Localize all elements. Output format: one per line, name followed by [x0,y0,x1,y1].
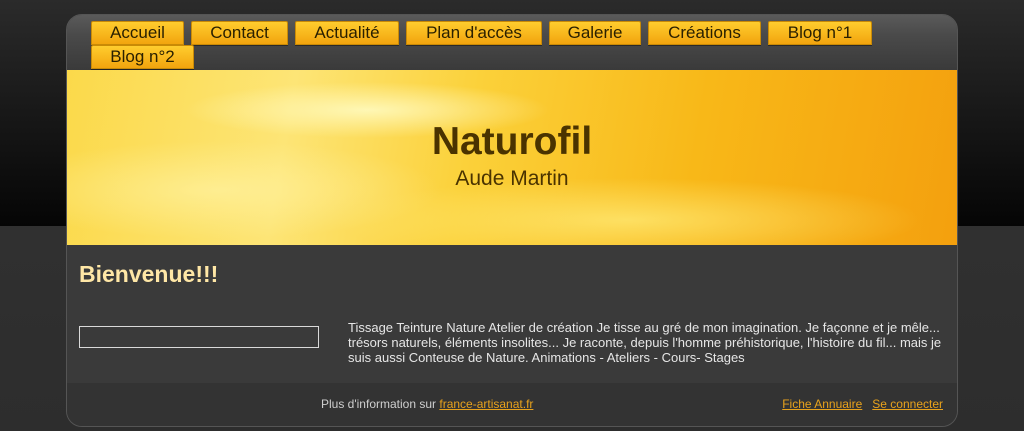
nav-item-creations[interactable]: Créations [648,21,761,45]
site-subtitle: Aude Martin [455,167,569,190]
nav-item-actualite[interactable]: Actualité [295,21,399,45]
nav-item-blog-2[interactable]: Blog n°2 [91,45,194,69]
france-artisanat-link[interactable]: france-artisanat.fr [439,397,533,411]
page-frame: Accueil Contact Actualité Plan d'accès G… [66,14,958,427]
site-title: Naturofil [431,120,593,163]
welcome-heading: Bienvenue!!! [79,261,219,287]
header-banner: Naturofil Aude Martin [67,70,957,245]
nav-item-blog-1[interactable]: Blog n°1 [768,21,872,45]
se-connecter-link[interactable]: Se connecter [872,397,943,411]
footer-info: Plus d'information sur france-artisanat.… [321,397,533,411]
nav-item-plan-acces[interactable]: Plan d'accès [406,21,542,45]
search-input[interactable] [79,326,319,348]
footer-info-prefix: Plus d'information sur [321,397,437,411]
nav-item-galerie[interactable]: Galerie [549,21,641,45]
nav-item-accueil[interactable]: Accueil [91,21,184,45]
nav-item-contact[interactable]: Contact [191,21,288,45]
main-content: Bienvenue!!! Tissage Teinture Nature Ate… [67,245,957,383]
top-bar: Accueil Contact Actualité Plan d'accès G… [67,15,957,70]
fiche-annuaire-link[interactable]: Fiche Annuaire [782,397,862,411]
footer-links: Fiche Annuaire Se connecter [782,397,943,411]
description-text: Tissage Teinture Nature Atelier de créat… [348,320,942,365]
footer: Plus d'information sur france-artisanat.… [67,383,957,426]
